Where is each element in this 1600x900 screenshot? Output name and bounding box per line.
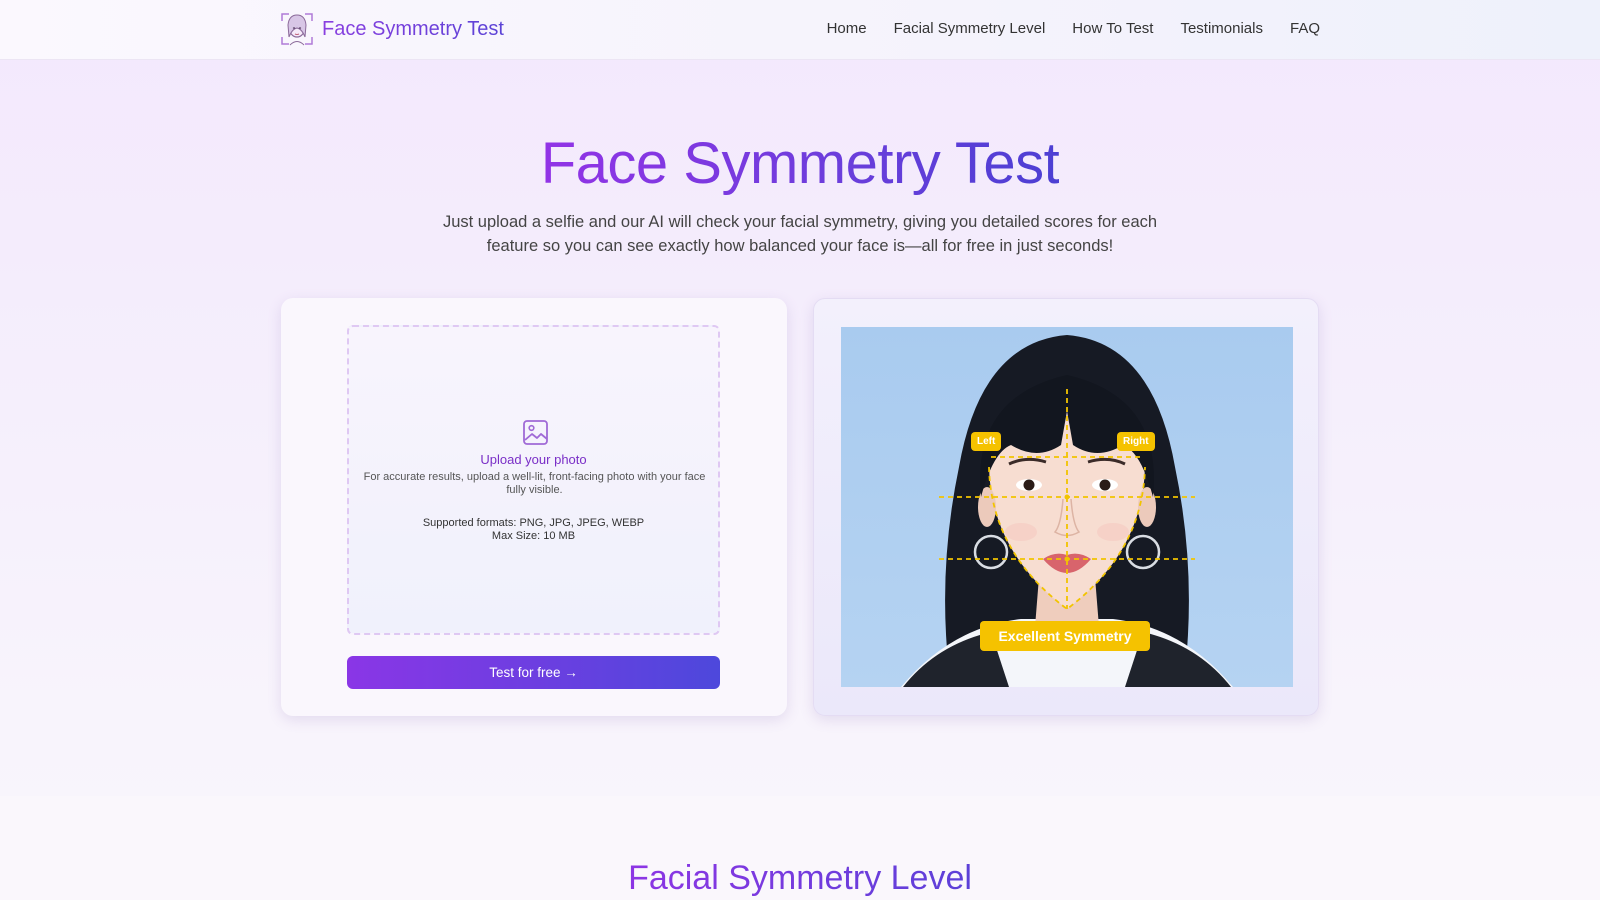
nav-facial-symmetry-level[interactable]: Facial Symmetry Level	[894, 20, 1046, 37]
page-title: Face Symmetry Test	[0, 130, 1600, 197]
image-icon	[522, 419, 549, 446]
upload-card: Upload your photo For accurate results, …	[281, 298, 787, 716]
logo[interactable]: Face Symmetry Test	[280, 12, 504, 46]
nav-how-to-test[interactable]: How To Test	[1072, 20, 1153, 37]
upload-title: Upload your photo	[480, 452, 587, 467]
upload-description: For accurate results, upload a well-lit,…	[363, 471, 706, 496]
section-title: Facial Symmetry Level	[0, 859, 1600, 898]
symmetry-verdict-badge: Excellent Symmetry	[980, 621, 1150, 651]
right-label: Right	[1117, 432, 1155, 451]
nav-faq[interactable]: FAQ	[1290, 20, 1320, 37]
logo-text: Face Symmetry Test	[322, 17, 504, 40]
upload-requirements: Supported formats: PNG, JPG, JPEG, WEBP …	[349, 517, 718, 543]
hero-subtitle: Just upload a selfie and our AI will che…	[442, 213, 1158, 255]
nav-testimonials[interactable]: Testimonials	[1180, 20, 1263, 37]
site-header: Face Symmetry Test Home Facial Symmetry …	[0, 0, 1600, 60]
main-nav: Home Facial Symmetry Level How To Test T…	[827, 20, 1320, 37]
supported-formats: Supported formats: PNG, JPG, JPEG, WEBP	[422, 517, 645, 529]
upload-dropzone[interactable]: Upload your photo For accurate results, …	[347, 325, 720, 635]
face-outline-icon	[280, 12, 314, 46]
nav-home[interactable]: Home	[827, 20, 867, 37]
page-title-text: Face Symmetry Test	[540, 131, 1060, 196]
max-size: Max Size: 10 MB	[491, 530, 576, 542]
left-label: Left	[971, 432, 1002, 451]
example-face-image: Left Right Excellent Symmetry	[841, 327, 1293, 687]
example-result-card: Left Right Excellent Symmetry	[813, 298, 1319, 716]
test-for-free-button[interactable]: Test for free →	[347, 656, 720, 689]
section-title-text: Facial Symmetry Level	[628, 859, 972, 897]
